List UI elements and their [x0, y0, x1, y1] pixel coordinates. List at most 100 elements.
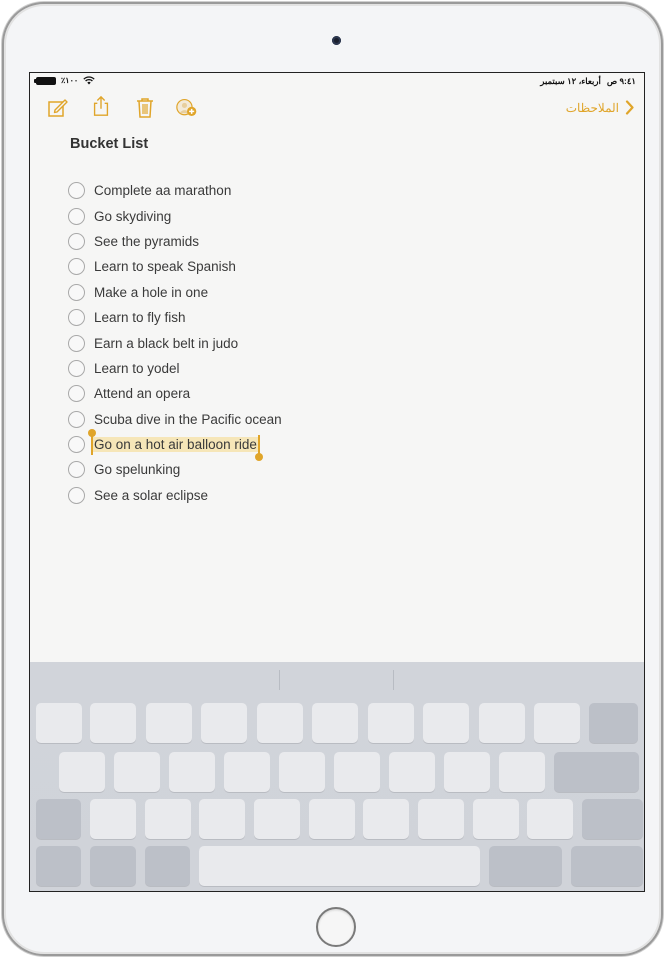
- notes-screen: ٪١٠٠ ٩:٤١ ص أربعاء، ١٢ سبتمبر الملاحظات …: [29, 72, 645, 892]
- keyboard-key[interactable]: [145, 799, 191, 839]
- chevron-icon: [625, 100, 634, 115]
- suggestion-slot[interactable]: [280, 662, 393, 698]
- space-key[interactable]: [199, 846, 480, 886]
- keyboard-key[interactable]: [169, 752, 215, 792]
- function-key[interactable]: [571, 846, 643, 886]
- back-to-notes-button[interactable]: الملاحظات: [566, 100, 634, 115]
- note-title[interactable]: Bucket List: [70, 136, 148, 152]
- home-button[interactable]: [316, 907, 356, 947]
- wifi-icon: [83, 76, 95, 85]
- checklist-item-text[interactable]: Complete aa marathon: [94, 183, 231, 198]
- checkbox[interactable]: [68, 283, 85, 301]
- function-key[interactable]: [145, 846, 190, 886]
- suggestion-bar: [30, 662, 644, 698]
- checkbox[interactable]: [68, 486, 85, 504]
- function-key[interactable]: [489, 846, 562, 886]
- keyboard-key[interactable]: [201, 703, 247, 743]
- checkbox[interactable]: [68, 436, 85, 454]
- keyboard-key[interactable]: [334, 752, 380, 792]
- checklist-item-text[interactable]: Go skydiving: [94, 209, 171, 224]
- keyboard-key[interactable]: [224, 752, 270, 792]
- keyboard-key[interactable]: [90, 799, 136, 839]
- checklist-item-text[interactable]: Earn a black belt in judo: [94, 336, 238, 351]
- checkbox[interactable]: [68, 461, 85, 479]
- checklist-item: Learn to yodel: [68, 356, 282, 381]
- checklist-item: Complete aa marathon: [68, 178, 282, 203]
- function-key[interactable]: [36, 799, 81, 839]
- checklist-item-text[interactable]: See the pyramids: [94, 234, 199, 249]
- checklist-item-text[interactable]: Learn to yodel: [94, 361, 180, 376]
- selection-start-handle[interactable]: [88, 429, 96, 456]
- share-icon[interactable]: [90, 95, 112, 117]
- checkbox[interactable]: [68, 410, 85, 428]
- checklist-item-text[interactable]: Go spelunking: [94, 462, 180, 477]
- keyboard-key[interactable]: [90, 703, 136, 743]
- keyboard-key[interactable]: [423, 703, 469, 743]
- checkbox[interactable]: [68, 182, 85, 200]
- front-camera: [332, 36, 341, 45]
- checkbox[interactable]: [68, 258, 85, 276]
- status-right: ٩:٤١ ص أربعاء، ١٢ سبتمبر: [540, 76, 636, 87]
- on-screen-keyboard: [30, 662, 644, 891]
- battery-percent: ٪١٠٠: [61, 76, 79, 85]
- checklist-item: See a solar eclipse: [68, 483, 282, 508]
- keyboard-key[interactable]: [114, 752, 160, 792]
- keyboard-key[interactable]: [309, 799, 355, 839]
- keyboard-key[interactable]: [59, 752, 105, 792]
- checklist-item-text[interactable]: Learn to speak Spanish: [94, 259, 236, 274]
- keyboard-key[interactable]: [363, 799, 409, 839]
- keyboard-key[interactable]: [444, 752, 490, 792]
- checkbox[interactable]: [68, 309, 85, 327]
- function-key[interactable]: [554, 752, 639, 792]
- checkbox[interactable]: [68, 232, 85, 250]
- keyboard-key[interactable]: [257, 703, 303, 743]
- keyboard-key[interactable]: [473, 799, 519, 839]
- checklist-item: Make a hole in one: [68, 280, 282, 305]
- keyboard-key[interactable]: [312, 703, 358, 743]
- status-date: أربعاء، ١٢ سبتمبر: [540, 76, 601, 86]
- trash-icon[interactable]: [134, 97, 156, 119]
- notes-toolbar: الملاحظات: [30, 95, 644, 123]
- ipad-device-frame: ٪١٠٠ ٩:٤١ ص أربعاء، ١٢ سبتمبر الملاحظات …: [2, 2, 663, 956]
- checkbox[interactable]: [68, 385, 85, 403]
- keyboard-key[interactable]: [146, 703, 192, 743]
- checklist-item-text[interactable]: Attend an opera: [94, 386, 190, 401]
- suggestion-slot[interactable]: [30, 662, 279, 698]
- checklist-item-text[interactable]: Scuba dive in the Pacific ocean: [94, 412, 282, 427]
- keyboard-key[interactable]: [418, 799, 464, 839]
- checklist-item-text[interactable]: Learn to fly fish: [94, 310, 186, 325]
- checklist-item: See the pyramids: [68, 229, 282, 254]
- checklist-item-text[interactable]: Make a hole in one: [94, 285, 208, 300]
- checkbox[interactable]: [68, 334, 85, 352]
- function-key[interactable]: [36, 846, 81, 886]
- checklist-item: Learn to speak Spanish: [68, 254, 282, 279]
- selection-end-handle[interactable]: [254, 435, 263, 462]
- checklist-item: Earn a black belt in judo: [68, 330, 282, 355]
- checklist-item: Learn to fly fish: [68, 305, 282, 330]
- function-key[interactable]: [582, 799, 643, 839]
- checkbox[interactable]: [68, 207, 85, 225]
- keyboard-key[interactable]: [199, 799, 245, 839]
- keyboard-key[interactable]: [368, 703, 414, 743]
- back-label: الملاحظات: [565, 100, 619, 115]
- add-person-icon[interactable]: [176, 97, 198, 119]
- checklist-item: Go skydiving: [68, 203, 282, 228]
- selected-text-wrapper[interactable]: Go on a hot air balloon ride: [88, 429, 263, 462]
- keyboard-key[interactable]: [499, 752, 545, 792]
- status-left: ٪١٠٠: [34, 76, 95, 85]
- checkbox[interactable]: [68, 359, 85, 377]
- status-time: ٩:٤١ ص: [606, 76, 636, 86]
- function-key[interactable]: [90, 846, 136, 886]
- keyboard-key[interactable]: [254, 799, 300, 839]
- checklist-item-text[interactable]: See a solar eclipse: [94, 488, 208, 503]
- suggestion-slot[interactable]: [394, 662, 644, 698]
- keyboard-key[interactable]: [534, 703, 580, 743]
- keyboard-key[interactable]: [36, 703, 82, 743]
- compose-icon[interactable]: [47, 97, 69, 119]
- checklist: Complete aa marathon Go skydiving See th…: [68, 178, 282, 508]
- function-key[interactable]: [589, 703, 638, 743]
- keyboard-key[interactable]: [479, 703, 525, 743]
- keyboard-key[interactable]: [527, 799, 573, 839]
- keyboard-key[interactable]: [279, 752, 325, 792]
- keyboard-key[interactable]: [389, 752, 435, 792]
